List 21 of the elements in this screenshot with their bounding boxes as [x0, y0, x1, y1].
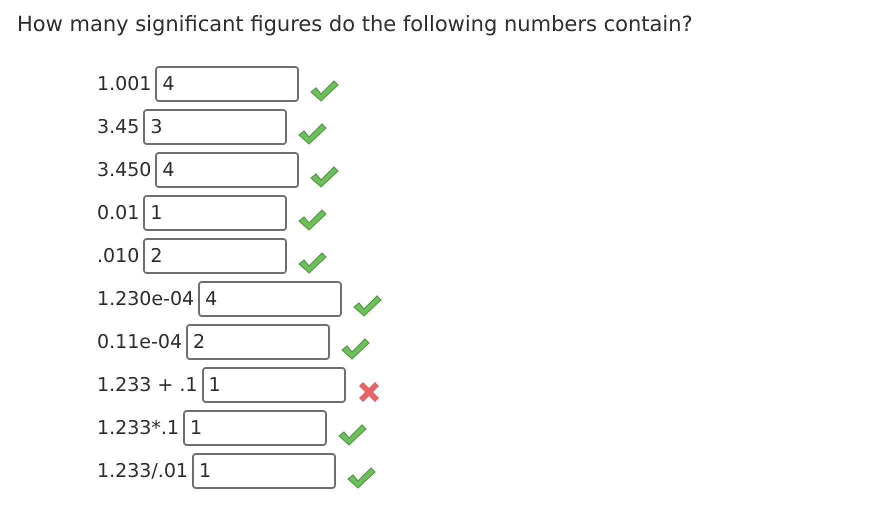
question-text: How many significant figures do the following numbers contain? [17, 12, 694, 36]
answer-field[interactable]: 2 [143, 238, 288, 274]
number-label: 1.233/.01 [97, 460, 188, 482]
answer-field[interactable]: 2 [186, 324, 330, 360]
answer-field[interactable]: 4 [198, 281, 342, 317]
answer-field[interactable]: 1 [202, 367, 346, 403]
number-label: 3.450 [97, 159, 152, 181]
number-label: 1.233 + .1 [97, 374, 198, 396]
number-label: 0.11e-04 [97, 331, 182, 353]
number-label: 1.233*.1 [97, 417, 180, 439]
answer-field[interactable]: 1 [183, 410, 328, 446]
number-label: 1.230e-04 [97, 288, 194, 310]
answer-field[interactable]: 4 [155, 66, 300, 102]
answer-field[interactable]: 1 [192, 453, 336, 489]
answer-field[interactable]: 3 [143, 109, 288, 145]
number-label: 0.01 [97, 202, 140, 224]
number-label: 3.45 [97, 116, 140, 138]
answer-field[interactable]: 1 [143, 195, 288, 231]
number-label: .010 [97, 245, 140, 267]
number-label: 1.001 [97, 73, 152, 95]
answer-field[interactable]: 4 [155, 152, 300, 188]
